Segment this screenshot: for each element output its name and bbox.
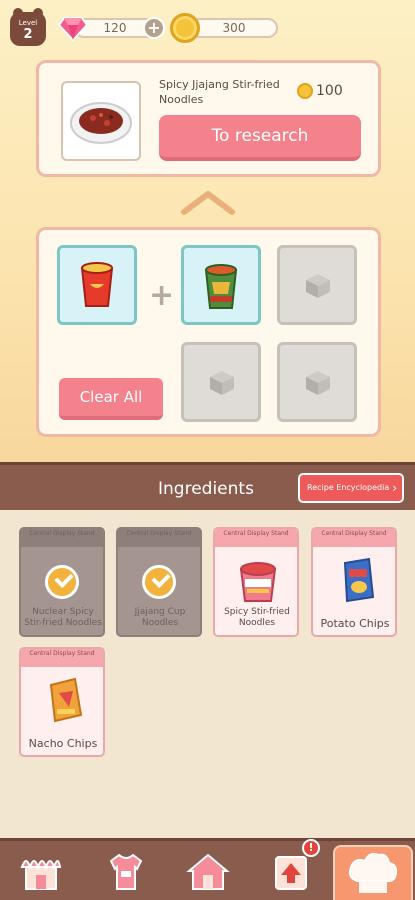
ingredient-slot-1[interactable]	[57, 245, 137, 325]
to-research-button[interactable]: To research	[159, 115, 361, 161]
card-label: Nuclear Spicy Stir-fried Noodles	[24, 607, 102, 628]
shirt-icon	[109, 853, 143, 890]
gem-icon	[58, 17, 88, 42]
nav-uniform[interactable]	[103, 849, 149, 893]
research-card: Spicy Jjajang Stir-fried Noodles 100 To …	[36, 60, 381, 177]
clear-all-button[interactable]: Clear All	[59, 378, 163, 420]
empty-cube-icon	[210, 371, 234, 395]
potato-chips-icon	[343, 557, 375, 603]
ingredient-card-spicy-noodles[interactable]: Central Display Stand Spicy Stir-fried N…	[213, 527, 299, 637]
ingredient-card-nacho-chips[interactable]: Central Display Stand Nacho Chips	[19, 647, 105, 757]
level-badge[interactable]: Level 2	[10, 8, 46, 46]
price-value: 100	[316, 83, 343, 99]
nav-kitchen[interactable]	[333, 845, 413, 900]
ingredient-card-nuclear-noodles[interactable]: Central Display Stand Nuclear Spicy Stir…	[19, 527, 105, 637]
card-label: Potato Chips	[320, 617, 390, 630]
chevron-right-icon: ›	[392, 481, 397, 495]
ingredient-card-potato-chips[interactable]: Central Display Stand Potato Chips	[311, 527, 397, 637]
chef-hat-icon	[348, 852, 398, 893]
ingredient-slot-3[interactable]	[277, 245, 357, 325]
encyclopedia-label: Recipe Encyclopedia	[307, 483, 390, 492]
coin-counter: 300	[190, 18, 278, 38]
ingredient-slot-2[interactable]	[181, 245, 261, 325]
nav-store[interactable]	[18, 849, 64, 893]
card-label: Nacho Chips	[28, 737, 98, 750]
card-tag: Central Display Stand	[118, 529, 200, 547]
level-label: Level	[18, 19, 38, 27]
card-tag: Central Display Stand	[215, 529, 297, 547]
red-cup-noodle-icon	[80, 262, 114, 307]
store-icon	[20, 860, 62, 890]
coin-icon	[297, 83, 313, 99]
bear-ear-left	[13, 8, 23, 18]
research-price: 100	[297, 83, 343, 99]
jjajang-dish-icon	[70, 102, 132, 144]
plus-icon: +	[149, 278, 175, 313]
home-icon	[186, 853, 230, 890]
combine-card: + Clear All	[36, 227, 381, 437]
bottom-nav: !	[0, 838, 415, 900]
recipe-encyclopedia-button[interactable]: Recipe Encyclopedia ›	[298, 473, 404, 503]
card-label: Spicy Stir-fried Noodles	[224, 607, 290, 628]
card-tag: Central Display Stand	[313, 529, 395, 547]
dish-preview	[61, 81, 141, 161]
level-value: 2	[23, 27, 33, 42]
empty-cube-icon	[306, 371, 330, 395]
ingredient-slot-4[interactable]	[181, 342, 261, 422]
coin-count: 300	[222, 21, 246, 35]
spicy-cup-noodle-icon	[239, 562, 277, 602]
bear-ear-right	[33, 8, 43, 18]
add-gems-button[interactable]: +	[143, 17, 165, 39]
check-icon	[142, 565, 176, 599]
ingredients-header: Ingredients Recipe Encyclopedia ›	[0, 462, 415, 510]
card-label: Jjajang Cup Noodles	[134, 607, 186, 628]
ingredient-card-jjajang-cup[interactable]: Central Display Stand Jjajang Cup Noodle…	[116, 527, 202, 637]
card-tag: Central Display Stand	[21, 529, 103, 547]
nav-upgrade[interactable]: !	[268, 839, 320, 893]
notification-badge: !	[302, 839, 320, 857]
ingredient-slot-5[interactable]	[277, 342, 357, 422]
jjajang-cup-icon	[204, 264, 238, 309]
chevron-up-icon	[181, 191, 235, 215]
card-tag: Central Display Stand	[21, 649, 103, 667]
recipe-name: Spicy Jjajang Stir-fried Noodles	[159, 78, 280, 106]
ingredients-panel: Central Display Stand Nuclear Spicy Stir…	[0, 510, 415, 838]
gem-count: 120	[103, 21, 127, 35]
check-icon	[45, 565, 79, 599]
empty-cube-icon	[306, 274, 330, 298]
coin-icon	[170, 13, 200, 43]
ingredients-title: Ingredients	[158, 479, 254, 499]
nacho-chips-icon	[49, 677, 83, 723]
nav-home[interactable]	[185, 849, 231, 893]
